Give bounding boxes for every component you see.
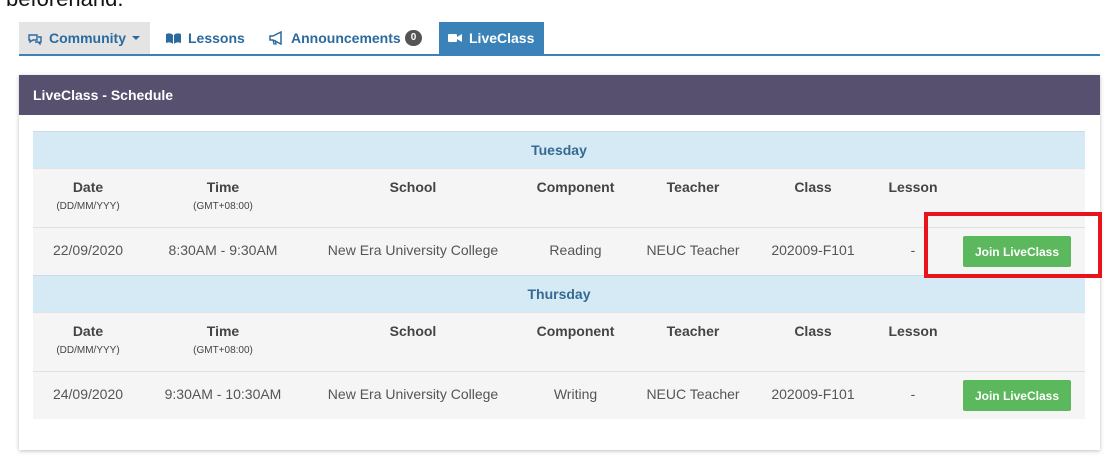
- header-date: Date (DD/MM/YYY): [56, 179, 120, 212]
- chat-icon: [27, 32, 43, 45]
- cropped-caption-text: beforehand.: [6, 0, 123, 12]
- tab-announcements-label: Announcements: [291, 30, 401, 46]
- table-header-row: Date (DD/MM/YYY) Time (GMT+08:00) School C…: [33, 312, 1085, 371]
- book-icon: [165, 32, 182, 45]
- header-teacher: Teacher: [666, 323, 720, 339]
- announcements-count-badge: 0: [404, 30, 423, 46]
- cell-school: New Era University College: [327, 242, 499, 258]
- header-class: Class: [794, 179, 832, 195]
- cell-date: 24/09/2020: [52, 386, 124, 402]
- tab-lessons-label: Lessons: [188, 30, 245, 46]
- header-date: Date (DD/MM/YYY): [56, 323, 120, 356]
- tab-liveclass-label: LiveClass: [469, 30, 535, 46]
- cell-component: Reading: [549, 242, 602, 258]
- day-heading-thursday: Thursday: [33, 275, 1085, 312]
- cell-school: New Era University College: [327, 386, 499, 402]
- megaphone-icon: [268, 31, 285, 45]
- header-school: School: [389, 323, 437, 339]
- video-camera-icon: [447, 32, 463, 44]
- tab-announcements[interactable]: Announcements 0: [260, 22, 428, 54]
- cell-class: 202009-F101: [771, 242, 855, 258]
- tab-liveclass[interactable]: LiveClass: [439, 22, 544, 54]
- join-liveclass-button[interactable]: Join LiveClass: [963, 380, 1071, 411]
- header-time: Time (GMT+08:00): [193, 323, 253, 356]
- cell-time: 9:30AM - 10:30AM: [164, 386, 282, 402]
- tab-community[interactable]: Community: [19, 22, 150, 54]
- header-lesson: Lesson: [888, 179, 938, 195]
- cell-time: 8:30AM - 9:30AM: [168, 242, 278, 258]
- tab-lessons[interactable]: Lessons: [157, 22, 249, 54]
- panel-title: LiveClass - Schedule: [19, 75, 1100, 115]
- header-time: Time (GMT+08:00): [193, 179, 253, 212]
- header-lesson: Lesson: [888, 323, 938, 339]
- header-teacher: Teacher: [666, 179, 720, 195]
- top-navigation: Community Lessons Announcements 0 LiveCl…: [19, 22, 1100, 56]
- table-row: 24/09/2020 9:30AM - 10:30AM New Era Univ…: [33, 371, 1085, 419]
- cell-date: 22/09/2020: [52, 242, 124, 258]
- header-school: School: [389, 179, 437, 195]
- header-component: Component: [536, 179, 615, 195]
- header-component: Component: [536, 323, 615, 339]
- red-highlight-box: [924, 212, 1102, 278]
- cell-teacher: NEUC Teacher: [646, 386, 740, 402]
- day-heading-tuesday: Tuesday: [33, 131, 1085, 168]
- cell-component: Writing: [553, 386, 598, 402]
- tab-community-label: Community: [49, 30, 126, 46]
- cell-teacher: NEUC Teacher: [646, 242, 740, 258]
- chevron-down-icon: [132, 36, 140, 40]
- cell-lesson: -: [910, 386, 916, 402]
- cell-class: 202009-F101: [771, 386, 855, 402]
- header-class: Class: [794, 323, 832, 339]
